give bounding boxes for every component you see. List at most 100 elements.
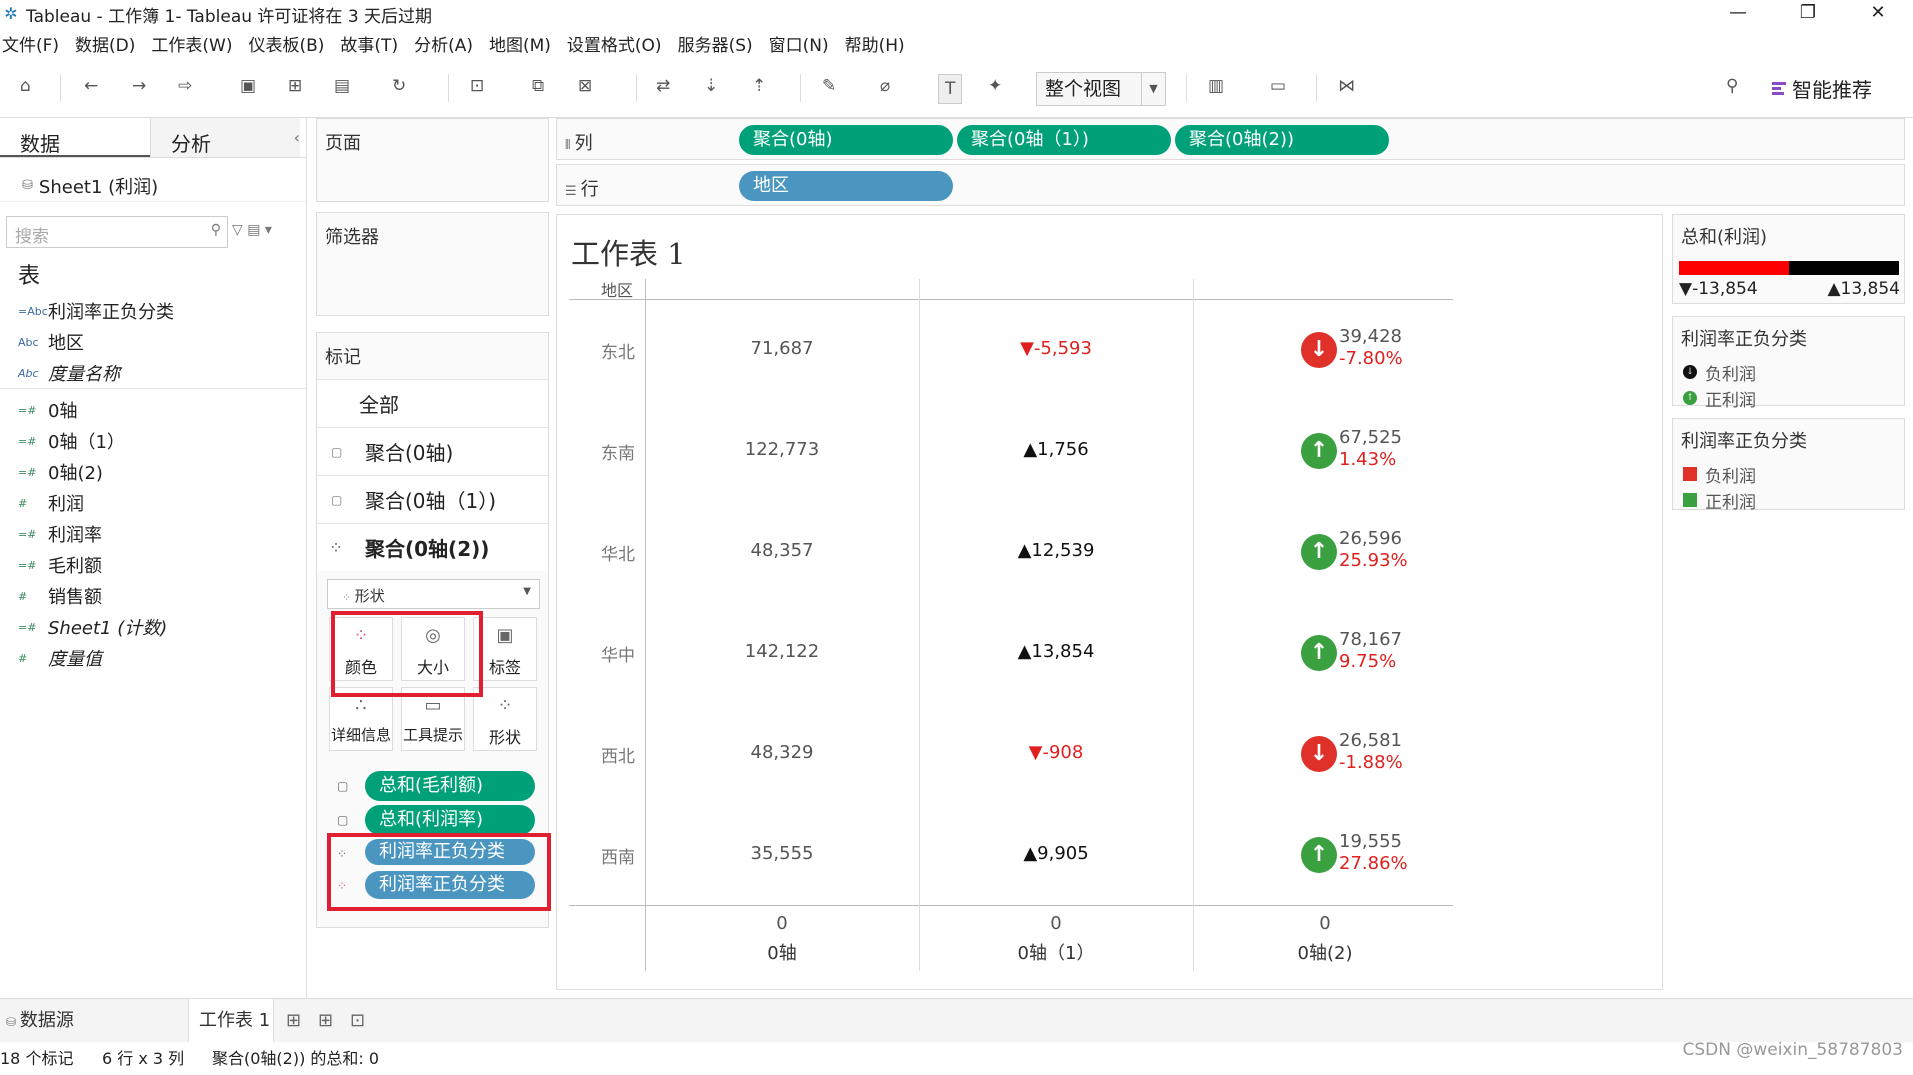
pause-update-icon[interactable]: ▤ [334, 74, 350, 98]
color-legend-profit[interactable]: 总和(利润) ▼-13,854 ▲13,854 [1672, 214, 1905, 304]
refresh-icon[interactable]: ↻ [392, 74, 406, 98]
highlight-icon[interactable]: ✎ [822, 74, 836, 98]
row-label[interactable]: 西南 [601, 843, 635, 868]
menu-worksheet[interactable]: 工作表(W) [151, 31, 232, 56]
cell-zero-axis[interactable]: 48,329 [645, 742, 919, 763]
new-story-icon[interactable]: ⊡ [350, 999, 365, 1043]
menu-window[interactable]: 窗口(N) [769, 31, 829, 56]
mark-type-select[interactable]: ⁘ 形状 ▼ [327, 579, 540, 609]
field-item[interactable]: =# 利润率 [18, 521, 102, 547]
search-input[interactable]: 搜索 ⚲ [6, 216, 228, 248]
axis-title[interactable]: 0轴 [645, 939, 919, 965]
save-icon[interactable]: ▣ [240, 74, 256, 98]
tab-data[interactable]: 数据 [0, 118, 150, 157]
cell-zero-axis[interactable]: 142,122 [645, 641, 919, 662]
pill-profit-rate[interactable]: 总和(利润率) [365, 805, 535, 835]
cell-zero-axis[interactable]: 122,773 [645, 439, 919, 460]
arrow-up-icon[interactable]: ↑ [1301, 533, 1337, 570]
cell-zero-axis[interactable]: 35,555 [645, 843, 919, 864]
cell-zero-axis-1[interactable]: ▼-908 [919, 742, 1193, 763]
chevron-down-icon[interactable]: ▼ [1141, 73, 1165, 105]
arrow-down-icon[interactable]: ↓ [1301, 331, 1337, 368]
show-labels-icon[interactable]: T [938, 74, 963, 104]
columns-shelf[interactable]: ⫴ 列 聚合(0轴) 聚合(0轴（1）) 聚合(0轴(2)) [556, 118, 1905, 160]
field-item[interactable]: Abc 地区 [18, 329, 84, 355]
field-item[interactable]: Abc 度量名称 [18, 360, 120, 386]
row-label[interactable]: 东南 [601, 439, 635, 464]
axis-title[interactable]: 0轴(2) [1193, 939, 1457, 965]
menu-dashboard[interactable]: 仪表板(B) [248, 31, 324, 56]
forward-icon[interactable]: → [132, 74, 146, 98]
cell-zero-axis-1[interactable]: ▼-5,593 [919, 338, 1193, 359]
row-label[interactable]: 华中 [601, 641, 635, 666]
redo-icon[interactable]: ⇨ [178, 74, 192, 98]
field-item[interactable]: =# 0轴 [18, 397, 77, 423]
menu-story[interactable]: 故事(T) [340, 31, 398, 56]
row-pill-0[interactable]: 地区 [739, 171, 953, 201]
field-item[interactable]: # 度量值 [18, 645, 102, 671]
pages-card[interactable]: 页面 [316, 118, 549, 202]
color-legend-item-neg[interactable]: 负利润 [1673, 461, 1904, 487]
cell-zero-axis-1[interactable]: ▲12,539 [919, 540, 1193, 561]
show-cards-icon[interactable]: ▥ [1208, 74, 1224, 98]
close-button[interactable]: ✕ [1843, 0, 1913, 28]
field-item[interactable]: =# 0轴(2) [18, 459, 103, 485]
field-item[interactable]: =# Sheet1 (计数) [18, 614, 167, 640]
row-label[interactable]: 西北 [601, 742, 635, 767]
field-item[interactable]: =Abc 利润率正负分类 [18, 298, 174, 324]
menu-map[interactable]: 地图(M) [489, 31, 551, 56]
marks-all[interactable]: 全部 [317, 379, 548, 427]
restore-button[interactable]: ❐ [1773, 0, 1843, 28]
rows-shelf[interactable]: ☰ 行 地区 [556, 164, 1905, 206]
new-worksheet-icon[interactable]: ⊞ [286, 999, 301, 1043]
presentation-icon[interactable]: ▭ [1270, 74, 1286, 98]
duplicate-icon[interactable]: ⧉ [532, 74, 544, 98]
arrow-up-icon[interactable]: ↑ [1301, 634, 1337, 671]
show-me-button[interactable]: 智能推荐 [1772, 74, 1872, 103]
color-legend-item-pos[interactable]: 正利润 [1673, 487, 1904, 513]
cell-zero-axis-1[interactable]: ▲1,756 [919, 439, 1193, 460]
column-pill-1[interactable]: 聚合(0轴（1）) [957, 125, 1171, 155]
menu-data[interactable]: 数据(D) [75, 31, 135, 56]
row-label[interactable]: 华北 [601, 540, 635, 565]
field-item[interactable]: =# 0轴（1） [18, 428, 125, 454]
view-size-select[interactable]: 整个视图 ▼ [1036, 72, 1166, 106]
axis-title[interactable]: 0轴（1） [919, 939, 1193, 965]
arrow-up-icon[interactable]: ↑ [1301, 836, 1337, 873]
new-sheet-icon[interactable]: ⊡ [470, 74, 484, 98]
arrow-down-icon[interactable]: ↓ [1301, 735, 1337, 772]
pin-icon[interactable]: ✦ [988, 74, 1002, 98]
arrow-up-icon[interactable]: ↑ [1301, 432, 1337, 469]
home-icon[interactable]: ⌂ [20, 74, 31, 98]
sheet-tab[interactable]: 工作表 1 [188, 999, 274, 1043]
share-icon[interactable]: ⋈ [1338, 74, 1355, 98]
field-item[interactable]: # 利润 [18, 490, 84, 516]
pill-gross-profit[interactable]: 总和(毛利额) [365, 771, 535, 801]
cell-zero-axis-1[interactable]: ▲9,905 [919, 843, 1193, 864]
shape-legend-item-pos[interactable]: ↑ 正利润 [1673, 385, 1904, 411]
shape-legend[interactable]: 利润率正负分类 ↓ 负利润 ↑ 正利润 [1672, 316, 1905, 411]
column-pill-0[interactable]: 聚合(0轴) [739, 125, 953, 155]
menu-analysis[interactable]: 分析(A) [414, 31, 473, 56]
marks-agg-2[interactable]: ⁘ 聚合(0轴(2)) [317, 523, 548, 571]
sort-desc-icon[interactable]: ⇡ [752, 74, 766, 98]
new-dashboard-icon[interactable]: ⊞ [318, 999, 333, 1043]
swap-icon[interactable]: ⇄ [656, 74, 670, 98]
cell-zero-axis[interactable]: 48,357 [645, 540, 919, 561]
color-legend-class[interactable]: 利润率正负分类 负利润 正利润 [1672, 418, 1905, 513]
clear-sheet-icon[interactable]: ⊠ [578, 74, 592, 98]
back-icon[interactable]: ← [84, 74, 98, 98]
cell-zero-axis[interactable]: 71,687 [645, 338, 919, 359]
menu-file[interactable]: 文件(F) [2, 31, 59, 56]
field-item[interactable]: # 销售额 [18, 583, 102, 609]
column-pill-2[interactable]: 聚合(0轴(2)) [1175, 125, 1389, 155]
row-label[interactable]: 东北 [601, 338, 635, 363]
filters-card[interactable]: 筛选器 [316, 212, 549, 316]
sort-asc-icon[interactable]: ⇣ [704, 74, 718, 98]
datasource-item[interactable]: ⛁ Sheet1 (利润) [0, 158, 306, 202]
datasource-tab[interactable]: ⛁ 数据源 [6, 999, 74, 1043]
filter-icon[interactable]: ▽ ▤ ▾ [232, 222, 272, 238]
format-painter-icon[interactable]: ⚲ [1726, 74, 1738, 98]
tab-analysis[interactable]: 分析 [150, 118, 300, 157]
menu-help[interactable]: 帮助(H) [845, 31, 905, 56]
